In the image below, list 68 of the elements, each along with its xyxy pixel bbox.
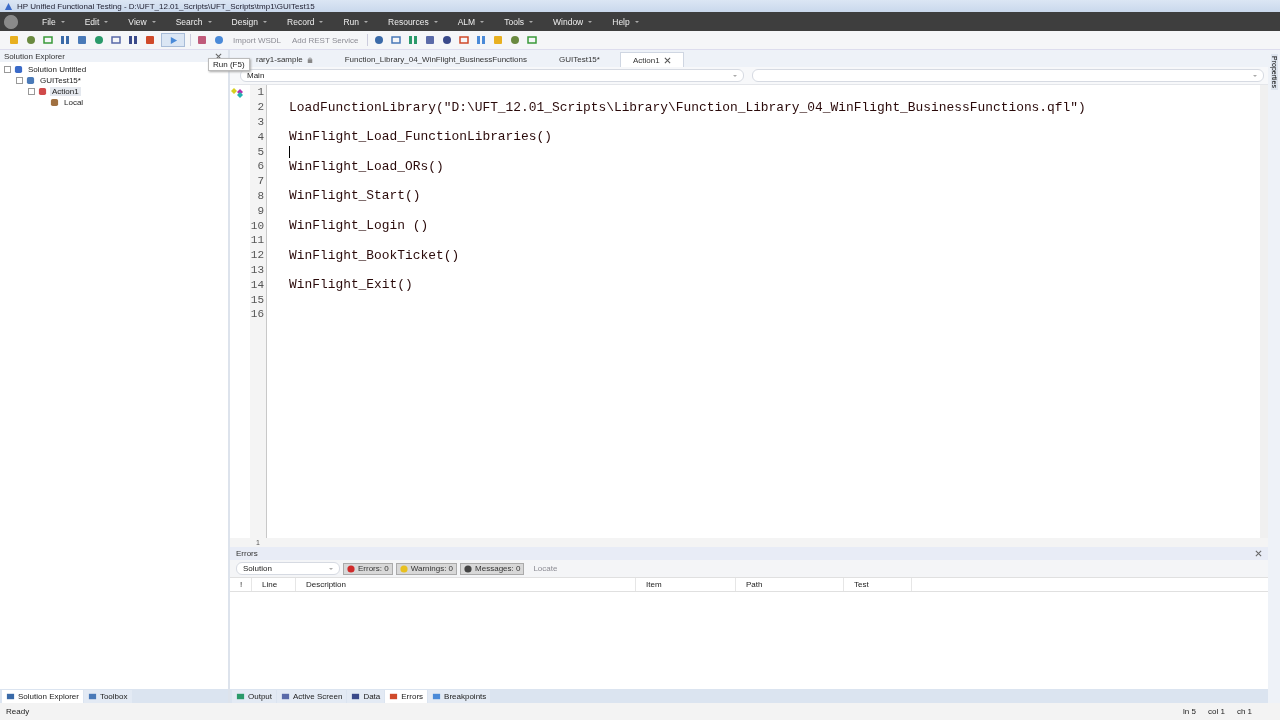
scope-dropdown[interactable]: Solution <box>236 562 340 575</box>
tree-item[interactable]: GUITest15* <box>38 76 83 85</box>
panel-title: Errors <box>236 549 258 558</box>
line-number: 3 <box>256 115 265 130</box>
menu-item[interactable]: Search <box>167 14 222 29</box>
column-header[interactable]: Item <box>636 578 736 591</box>
window-title: HP Unified Functional Testing - D:\UFT_12.01_Scripts\UFT_Scripts\tmp1\GUITest15 <box>17 1 315 11</box>
line-number: 5 <box>256 144 265 159</box>
editor-tab[interactable]: GUITest15* <box>547 52 612 67</box>
menu-item[interactable]: Run <box>335 14 379 29</box>
panel-tab[interactable]: Active Screen <box>277 689 347 703</box>
line-number: 9 <box>256 203 265 219</box>
panel-tab[interactable]: Toolbox <box>83 689 132 703</box>
line-number: 7 <box>256 174 265 189</box>
menu-item[interactable]: Window <box>545 14 603 29</box>
code-line: WinFlight_Load_FunctionLibraries() <box>289 129 552 145</box>
status-text: Ready <box>6 707 30 716</box>
line-number: 15 <box>250 292 265 307</box>
panel-tab[interactable]: Solution Explorer <box>2 689 83 703</box>
menu-item[interactable]: Resources <box>380 14 448 29</box>
tooltip: Run (F5) <box>208 58 250 71</box>
panel-tab[interactable]: Errors <box>385 689 428 703</box>
panel-title: Solution Explorer <box>4 51 65 61</box>
column-header[interactable]: Test <box>844 578 912 591</box>
line-number: 11 <box>250 233 265 248</box>
tree-item[interactable]: Solution Untitled <box>26 65 89 74</box>
menu-item[interactable]: View <box>120 14 166 29</box>
filter-button[interactable]: Errors: 0 <box>343 562 393 575</box>
menu-item[interactable]: ALM <box>449 14 495 29</box>
menu-item[interactable]: Record <box>279 14 334 29</box>
menu-item[interactable]: Edit <box>76 14 119 29</box>
line-number: 8 <box>256 188 265 204</box>
code-line: WinFlight_Start() <box>289 188 421 204</box>
column-indicator: col 1 <box>1207 707 1225 716</box>
line-number: 2 <box>256 100 265 115</box>
menu-item[interactable]: Help <box>604 14 649 29</box>
editor-tab[interactable]: Action1 <box>619 52 684 67</box>
code-line: WinFlight_BookTicket() <box>289 247 460 263</box>
line-number: 6 <box>256 159 265 174</box>
filter-button[interactable]: Messages: 0 <box>460 562 525 575</box>
column-header[interactable]: ! <box>230 578 252 591</box>
menu-item[interactable]: File <box>34 14 75 29</box>
tree-item[interactable]: Local <box>62 98 86 107</box>
menu-item[interactable]: Design <box>223 14 278 29</box>
panel-tab[interactable]: Breakpoints <box>428 689 491 703</box>
line-number: 13 <box>250 262 265 278</box>
line-number: 4 <box>256 129 265 145</box>
line-indicator: ln 5 <box>1183 707 1196 716</box>
code-line: LoadFunctionLibrary("D:\UFT_12.01_Scripts\Library\Function_Library_04_WinFlight_BusinessFunctions.qfl") <box>289 99 1086 115</box>
panel-tab[interactable]: Output <box>232 689 276 703</box>
code-line: WinFlight_Exit() <box>289 277 413 293</box>
line-number: 14 <box>250 277 265 293</box>
line-number: 12 <box>250 248 265 263</box>
column-header[interactable]: Line <box>252 578 296 591</box>
column-header[interactable]: Path <box>736 578 844 591</box>
scope-dropdown[interactable]: Main <box>240 69 744 82</box>
char-indicator: ch 1 <box>1236 707 1252 716</box>
code-line: WinFlight_Load_ORs() <box>289 158 444 174</box>
tree-item[interactable]: Action1 <box>50 87 81 96</box>
column-header[interactable]: Description <box>296 578 636 591</box>
line-number: 1 <box>256 85 265 100</box>
filter-button[interactable]: Warnings: 0 <box>395 562 458 575</box>
panel-tab[interactable]: Data <box>347 689 385 703</box>
line-number: 16 <box>250 307 265 322</box>
menu-item[interactable]: Tools <box>496 14 543 29</box>
line-number: 10 <box>250 218 265 233</box>
code-line: WinFlight_Login () <box>289 218 429 234</box>
editor-tab[interactable]: Function_Library_04_WinFlight_BusinessFunctions <box>332 52 539 67</box>
